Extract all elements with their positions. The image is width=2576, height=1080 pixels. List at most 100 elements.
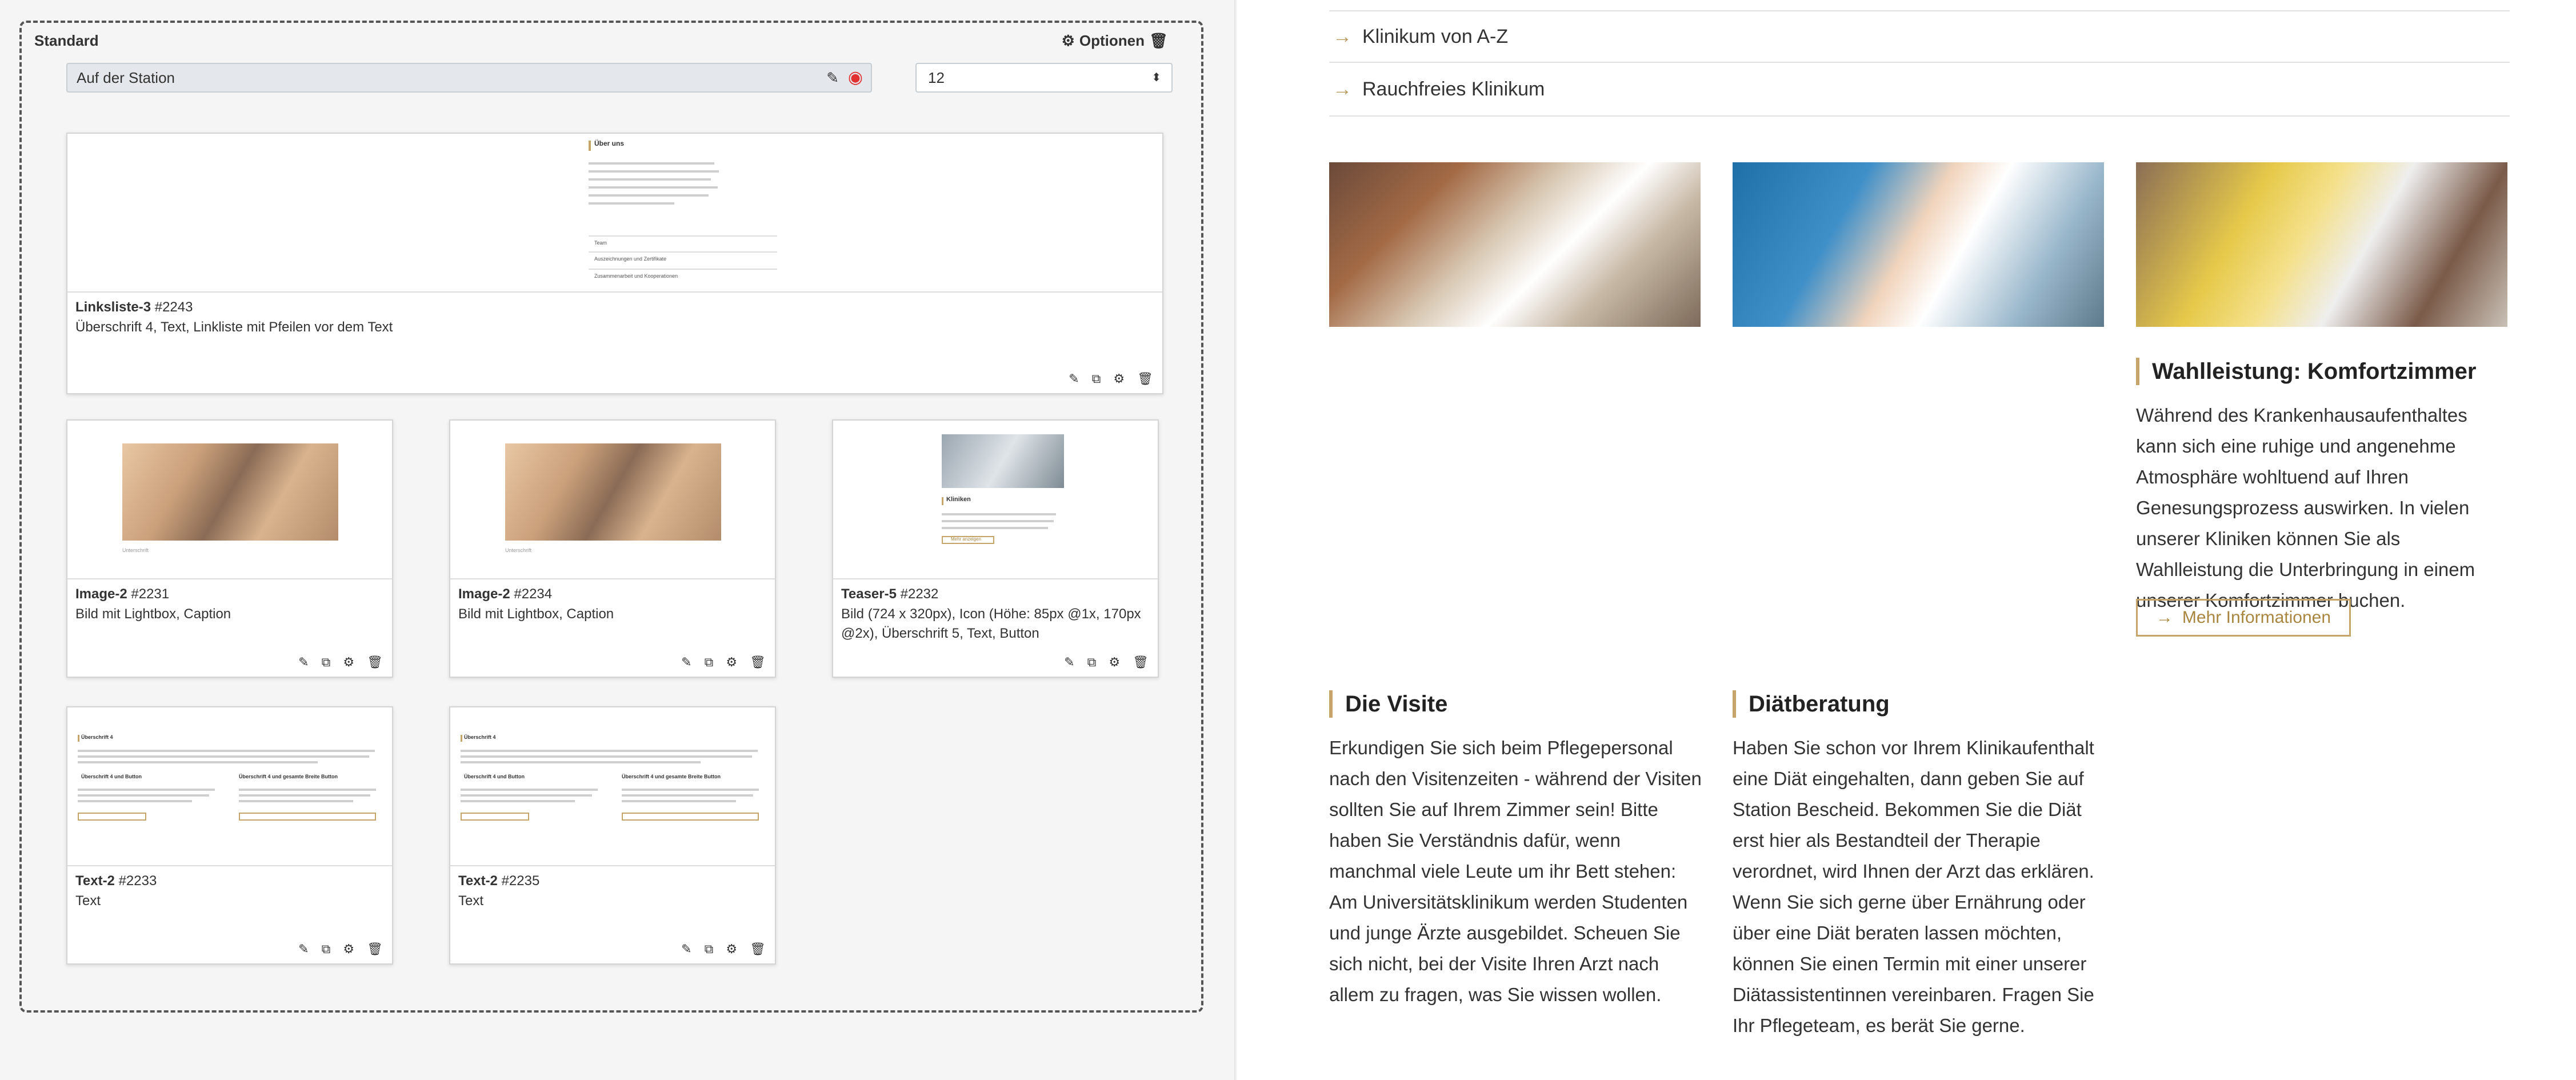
module-title: Linksliste-3 #2243 (75, 299, 193, 315)
preview-link: Zusammenarbeit und Kooperationen (594, 273, 678, 279)
more-info-button[interactable]: → Mehr Informationen (2136, 599, 2351, 637)
preview-col1-heading: Überschrift 4 und Button (464, 774, 525, 779)
arrow-right-icon: → (1333, 78, 1352, 100)
preview-heading: Über uns (594, 139, 625, 147)
gear-icon[interactable]: ⚙ (1109, 655, 1120, 670)
section-name-value[interactable]: Auf der Station (77, 69, 175, 86)
photo-visit[interactable] (1329, 162, 1701, 327)
module-description: Text (75, 893, 101, 909)
section-name-input[interactable]: Auf der Station ✎ ◉ (66, 63, 872, 93)
edit-icon[interactable]: ✎ (681, 942, 691, 957)
heading-komfortzimmer: Wahlleistung: Komfortzimmer (2136, 358, 2476, 385)
module-card-teaser[interactable]: Kliniken Mehr anzeigen Teaser-5 #2232 Bi… (832, 419, 1159, 678)
pencil-icon[interactable]: ✎ (826, 64, 839, 91)
columns-value[interactable]: 12 (928, 69, 945, 86)
text-komfortzimmer: Während des Krankenhausaufenthaltes kann… (2136, 405, 2475, 611)
module-preview: Über uns Team Auszeichnungen und Zertifi… (67, 134, 1162, 293)
copy-icon[interactable]: ⧉ (705, 942, 714, 957)
module-card-linksliste[interactable]: Über uns Team Auszeichnungen und Zertifi… (66, 133, 1163, 394)
preview-button-label: Mehr anzeigen (951, 537, 981, 542)
arrow-right-icon: → (2155, 608, 2173, 627)
trash-icon[interactable]: 🗑 (367, 655, 383, 670)
edit-icon[interactable]: ✎ (1064, 655, 1074, 670)
module-card-text[interactable]: Überschrift 4 Überschrift 4 und Button Ü… (449, 706, 776, 965)
module-card-image[interactable]: Unterschrift Image-2 #2234 Bild mit Ligh… (449, 419, 776, 678)
trash-icon[interactable]: 🗑 (750, 655, 766, 670)
edit-icon[interactable]: ✎ (1069, 371, 1079, 386)
gear-icon[interactable]: ⚙ (343, 655, 354, 670)
preview-caption: Unterschrift (122, 547, 149, 553)
module-toolbar: ✎ ⧉ ⚙ 🗑 (681, 942, 766, 957)
module-toolbar: ✎ ⧉ ⚙ 🗑 (1064, 655, 1149, 670)
module-preview: Überschrift 4 Überschrift 4 und Button Ü… (67, 707, 392, 866)
module-title: Image-2 #2234 (458, 586, 553, 602)
trash-icon[interactable]: 🗑 (367, 942, 383, 957)
module-preview: Kliniken Mehr anzeigen (833, 421, 1158, 579)
text-visite: Erkundigen Sie sich beim Pflegepersonal … (1329, 737, 1702, 1005)
link-label[interactable]: Rauchfreies Klinikum (1362, 78, 1545, 101)
preview-heading: Überschrift 4 (81, 734, 113, 740)
preview-heading: Überschrift 4 (464, 734, 496, 740)
preview-heading: Kliniken (946, 496, 971, 503)
copy-icon[interactable]: ⧉ (322, 655, 331, 670)
copy-icon[interactable]: ⧉ (705, 655, 714, 670)
text-diaetberatung: Haben Sie schon vor Ihrem Klinikaufentha… (1733, 737, 2094, 1036)
module-preview: Unterschrift (450, 421, 775, 579)
copy-icon[interactable]: ⧉ (322, 942, 331, 957)
trash-icon[interactable]: 🗑 (1149, 32, 1168, 50)
copy-icon[interactable]: ⧉ (1087, 655, 1097, 670)
photo-nurse[interactable] (1733, 162, 2104, 327)
module-card-text[interactable]: Überschrift 4 Überschrift 4 und Button Ü… (66, 706, 393, 965)
preview-link: Team (594, 240, 607, 246)
edit-icon[interactable]: ✎ (681, 655, 691, 670)
heading-visite: Die Visite (1329, 690, 1447, 718)
trash-icon[interactable]: 🗑 (750, 942, 766, 957)
module-title: Text-2 #2233 (75, 873, 157, 889)
eye-icon[interactable]: ◉ (848, 64, 863, 91)
module-toolbar: ✎ ⧉ ⚙ 🗑 (298, 655, 383, 670)
preview-caption: Unterschrift (505, 547, 532, 553)
more-info-label[interactable]: Mehr Informationen (2182, 608, 2331, 627)
arrow-right-icon: → (1333, 25, 1352, 47)
module-card-image[interactable]: Unterschrift Image-2 #2231 Bild mit Ligh… (66, 419, 393, 678)
module-toolbar: ✎ ⧉ ⚙ 🗑 (1069, 371, 1153, 386)
trash-icon[interactable]: 🗑 (1137, 371, 1153, 386)
columns-select[interactable]: 12 ⬍ (915, 63, 1173, 93)
page-editor-pane: Standard ⚙ Optionen 🗑 Auf der Station ✎ … (0, 0, 1234, 1080)
link-label[interactable]: Klinikum von A-Z (1362, 26, 1508, 48)
module-preview: Überschrift 4 Überschrift 4 und Button Ü… (450, 707, 775, 866)
module-description: Überschrift 4, Text, Linkliste mit Pfeil… (75, 319, 393, 335)
preview-image (505, 443, 721, 541)
section-options[interactable]: ⚙ Optionen 🗑 (1062, 32, 1168, 50)
module-description: Bild mit Lightbox, Caption (458, 606, 614, 622)
heading-diaetberatung: Diätberatung (1733, 690, 1890, 718)
preview-link: Auszeichnungen und Zertifikate (594, 256, 667, 262)
edit-icon[interactable]: ✎ (298, 942, 309, 957)
module-description: Text (458, 893, 484, 909)
module-title: Image-2 #2231 (75, 586, 170, 602)
module-description: Bild (724 x 320px), Icon (Höhe: 85px @1x… (841, 606, 1141, 641)
link-list-item[interactable]: → Klinikum von A-Z (1329, 11, 2510, 63)
copy-icon[interactable]: ⧉ (1092, 371, 1101, 386)
gear-icon[interactable]: ⚙ (1113, 371, 1125, 386)
module-toolbar: ✎ ⧉ ⚙ 🗑 (681, 655, 766, 670)
gear-icon[interactable]: ⚙ (726, 942, 737, 957)
photo-comfort-room[interactable] (2136, 162, 2507, 327)
module-title: Teaser-5 #2232 (841, 586, 939, 602)
preview-image (942, 434, 1064, 488)
edit-icon[interactable]: ✎ (298, 655, 309, 670)
options-label[interactable]: Optionen (1079, 32, 1145, 50)
module-preview: Unterschrift (67, 421, 392, 579)
preview-col1-heading: Überschrift 4 und Button (81, 774, 142, 779)
preview-image (122, 443, 338, 541)
select-caret-icon: ⬍ (1151, 71, 1161, 84)
module-toolbar: ✎ ⧉ ⚙ 🗑 (298, 942, 383, 957)
section-title: Standard (34, 32, 99, 49)
preview-col2-heading: Überschrift 4 und gesamte Breite Button (239, 774, 338, 779)
link-list-item[interactable]: → Rauchfreies Klinikum (1329, 63, 2510, 117)
gear-icon[interactable]: ⚙ (726, 655, 737, 670)
preview-heading-bar (589, 141, 591, 151)
gear-icon[interactable]: ⚙ (1062, 32, 1075, 50)
gear-icon[interactable]: ⚙ (343, 942, 354, 957)
trash-icon[interactable]: 🗑 (1133, 655, 1149, 670)
